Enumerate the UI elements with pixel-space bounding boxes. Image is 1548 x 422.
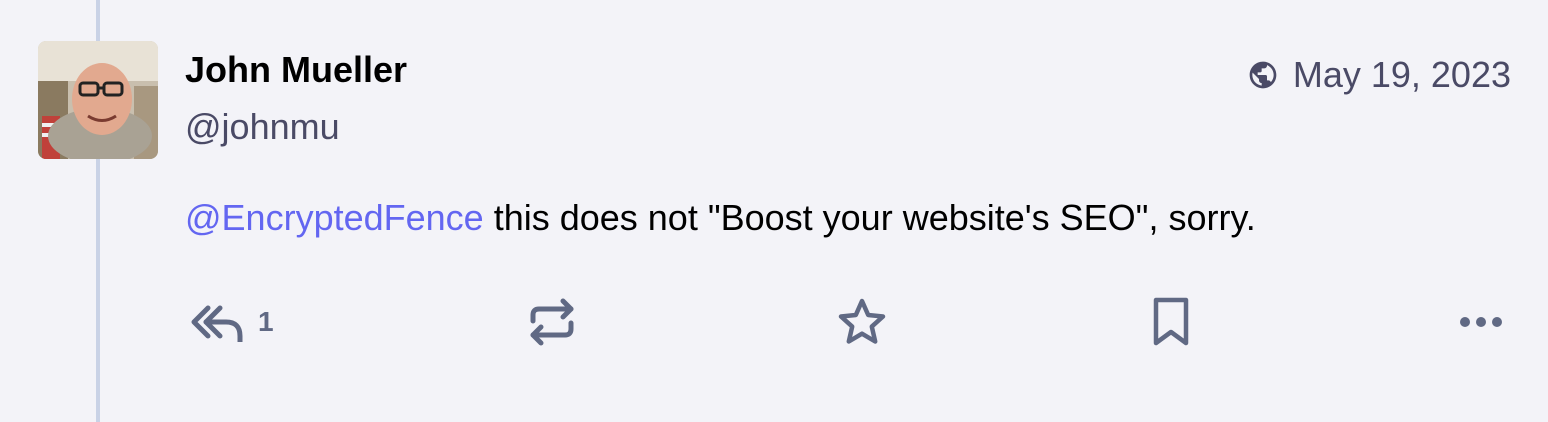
globe-icon: [1247, 59, 1279, 91]
author-handle[interactable]: @johnmu: [185, 106, 340, 148]
retweet-icon: [527, 297, 577, 347]
author-display-name[interactable]: John Mueller: [185, 49, 407, 91]
more-horizontal-icon: [1458, 315, 1504, 329]
bookmark-button[interactable]: [1151, 294, 1191, 350]
bookmark-icon: [1151, 296, 1191, 348]
reply-button[interactable]: 1: [188, 294, 274, 350]
boost-button[interactable]: [527, 294, 577, 350]
status-meta: May 19, 2023: [1247, 54, 1511, 96]
favourite-button[interactable]: [836, 294, 888, 350]
reply-count: 1: [258, 306, 274, 337]
reply-all-icon: [188, 302, 244, 342]
status-date[interactable]: May 19, 2023: [1293, 54, 1511, 96]
avatar[interactable]: [38, 41, 158, 159]
more-options-button[interactable]: [1458, 294, 1504, 350]
status-text: this does not "Boost your website's SEO"…: [483, 197, 1256, 238]
status-content: @EncryptedFence this does not "Boost you…: [185, 197, 1256, 239]
star-icon: [836, 296, 888, 348]
mention-link[interactable]: @EncryptedFence: [185, 197, 484, 238]
